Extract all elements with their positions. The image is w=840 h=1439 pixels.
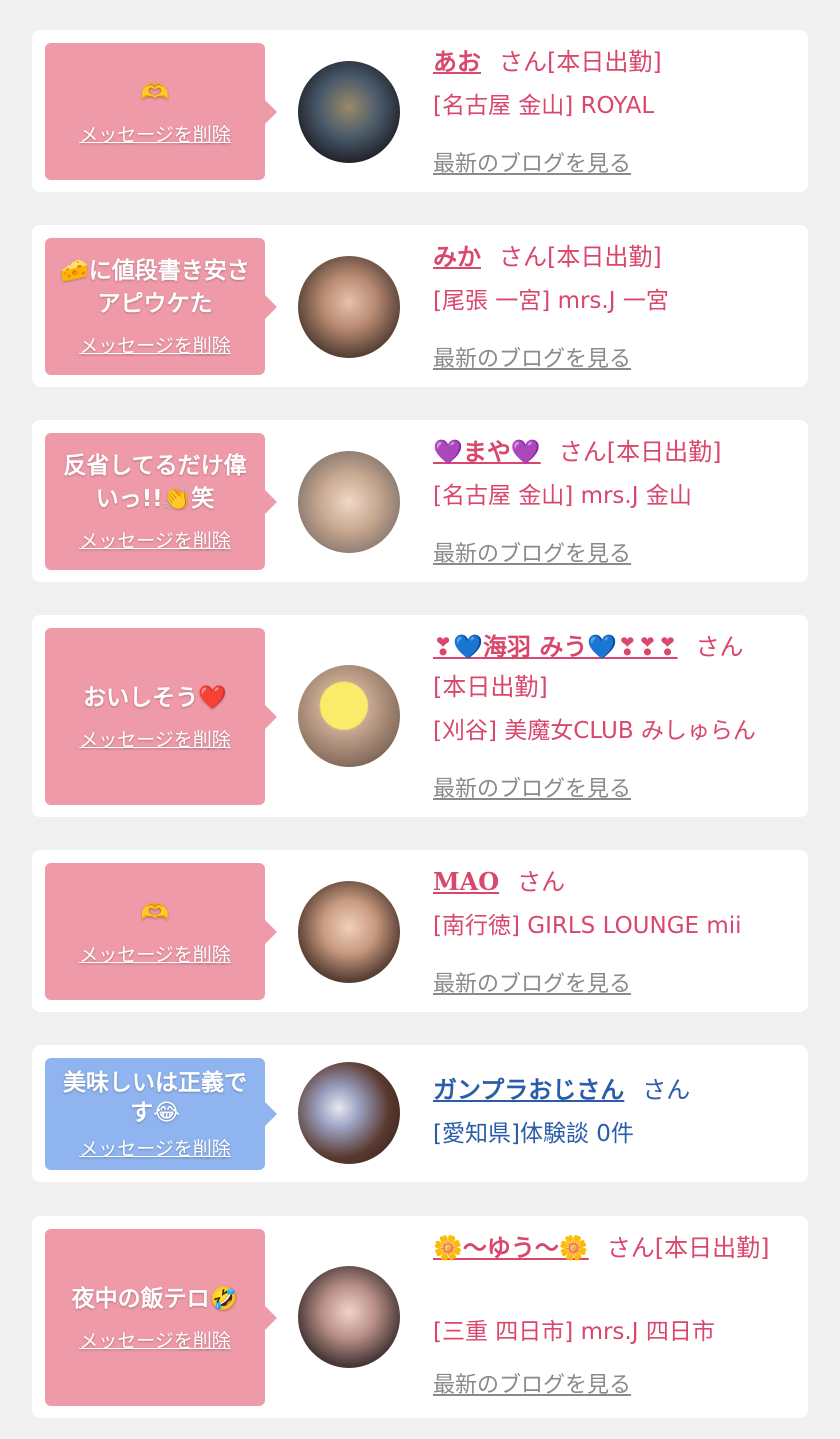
message-text: 美味しいは正義です😂	[63, 1069, 247, 1126]
cast-name-link[interactable]: みか	[433, 243, 481, 271]
san-suffix: さん	[517, 868, 566, 896]
message-bubble: 🫶 メッセージを削除	[45, 43, 277, 180]
name-line: ❣💙海羽 みう💙❣❣❣ さん [本日出勤]	[433, 627, 798, 707]
shop-label: [南行徳] GIRLS LOUNGE mii	[433, 913, 742, 939]
cast-name-link[interactable]: 💜まや💜	[433, 438, 541, 466]
message-card: 🧀に値段書き安さアピウケた メッセージを削除 みか さん[本日出勤] [尾張 一宮…	[32, 225, 808, 387]
delete-message-link[interactable]: メッセージを削除	[79, 120, 231, 147]
message-text: 🧀に値段書き安さアピウケた	[60, 258, 250, 317]
message-bubble: 美味しいは正義です😂 メッセージを削除	[45, 1058, 277, 1170]
shop-label: [名古屋 金山] ROYAL	[433, 93, 655, 119]
status-label: [本日出勤]	[547, 48, 662, 76]
message-text: 🫶	[140, 899, 170, 926]
message-text: おいしそう❤️	[83, 684, 227, 711]
avatar[interactable]	[298, 881, 400, 983]
message-card: 夜中の飯テロ🤣 メッセージを削除 🌼〜ゆう〜🌼 さん[本日出勤] [三重 四日市]…	[32, 1216, 808, 1418]
delete-message-link[interactable]: メッセージを削除	[79, 331, 231, 358]
message-bubble: 🧀に値段書き安さアピウケた メッセージを削除	[45, 238, 277, 375]
status-label: [本日出勤]	[606, 438, 722, 466]
delete-message-link[interactable]: メッセージを削除	[79, 940, 231, 967]
message-card: おいしそう❤️ メッセージを削除 ❣💙海羽 みう💙❣❣❣ さん [本日出勤] [刈谷…	[32, 615, 808, 817]
name-line: MAO さん	[433, 862, 798, 902]
message-bubble: おいしそう❤️ メッセージを削除	[45, 628, 277, 805]
delete-message-link[interactable]: メッセージを削除	[79, 1326, 231, 1353]
name-line: 🌼〜ゆう〜🌼 さん[本日出勤]	[433, 1228, 798, 1268]
cast-name-link[interactable]: 🌼〜ゆう〜🌼	[433, 1234, 589, 1262]
message-card: 反省してるだけ偉いっ!!👏笑 メッセージを削除 💜まや💜 さん[本日出勤] [名古…	[32, 420, 808, 582]
delete-message-link[interactable]: メッセージを削除	[79, 1134, 231, 1161]
message-text: 🫶	[140, 79, 170, 106]
message-card: 🫶 メッセージを削除 MAO さん [南行徳] GIRLS LOUNGE mii …	[32, 850, 808, 1012]
name-line: あお さん[本日出勤]	[433, 42, 798, 82]
san-suffix: さん	[642, 1076, 691, 1104]
message-text: 反省してるだけ偉いっ!!👏笑	[63, 453, 247, 512]
message-card: 🫶 メッセージを削除 あお さん[本日出勤] [名古屋 金山] ROYAL 最新の…	[32, 30, 808, 192]
name-line: ガンプラおじさん さん	[433, 1070, 798, 1110]
cast-name-link[interactable]: ガンプラおじさん	[433, 1076, 624, 1104]
blog-link[interactable]: 最新のブログを見る	[433, 341, 631, 373]
cast-name-link[interactable]: MAO	[433, 867, 499, 896]
shop-label: [名古屋 金山] mrs.J 金山	[433, 483, 692, 509]
san-suffix: さん	[606, 1234, 655, 1262]
blog-link[interactable]: 最新のブログを見る	[433, 146, 631, 178]
shop-label: [三重 四日市] mrs.J 四日市	[433, 1319, 715, 1345]
status-label: [本日出勤]	[547, 243, 662, 271]
blog-link[interactable]: 最新のブログを見る	[433, 1367, 631, 1399]
san-suffix: さん	[695, 633, 744, 661]
blog-link[interactable]: 最新のブログを見る	[433, 536, 631, 568]
blog-link[interactable]: 最新のブログを見る	[433, 966, 631, 998]
shop-label: [尾張 一宮] mrs.J 一宮	[433, 288, 669, 314]
avatar[interactable]	[298, 1062, 400, 1164]
avatar[interactable]	[298, 451, 400, 553]
delete-message-link[interactable]: メッセージを削除	[79, 526, 231, 553]
message-bubble: 🫶 メッセージを削除	[45, 863, 277, 1000]
status-label: [本日出勤]	[654, 1234, 770, 1262]
message-text: 夜中の飯テロ🤣	[71, 1285, 239, 1312]
avatar[interactable]	[298, 256, 400, 358]
avatar[interactable]	[298, 61, 400, 163]
san-suffix: さん	[499, 243, 547, 271]
message-card: 美味しいは正義です😂 メッセージを削除 ガンプラおじさん さん [愛知県]体験談 …	[32, 1045, 808, 1182]
name-line: 💜まや💜 さん[本日出勤]	[433, 432, 798, 472]
avatar[interactable]	[298, 665, 400, 767]
delete-message-link[interactable]: メッセージを削除	[79, 725, 231, 752]
san-suffix: さん	[558, 438, 607, 466]
shop-label: [刈谷] 美魔女CLUB みしゅらん	[433, 718, 756, 744]
san-suffix: さん	[499, 48, 547, 76]
name-line: みか さん[本日出勤]	[433, 237, 798, 277]
message-bubble: 反省してるだけ偉いっ!!👏笑 メッセージを削除	[45, 433, 277, 570]
avatar[interactable]	[298, 1266, 400, 1368]
message-bubble: 夜中の飯テロ🤣 メッセージを削除	[45, 1229, 277, 1406]
shop-label: [愛知県]体験談 0件	[433, 1121, 634, 1147]
cast-name-link[interactable]: ❣💙海羽 みう💙❣❣❣	[433, 633, 678, 661]
blog-link[interactable]: 最新のブログを見る	[433, 771, 631, 803]
status-label: [本日出勤]	[433, 673, 548, 701]
cast-name-link[interactable]: あお	[433, 48, 481, 76]
